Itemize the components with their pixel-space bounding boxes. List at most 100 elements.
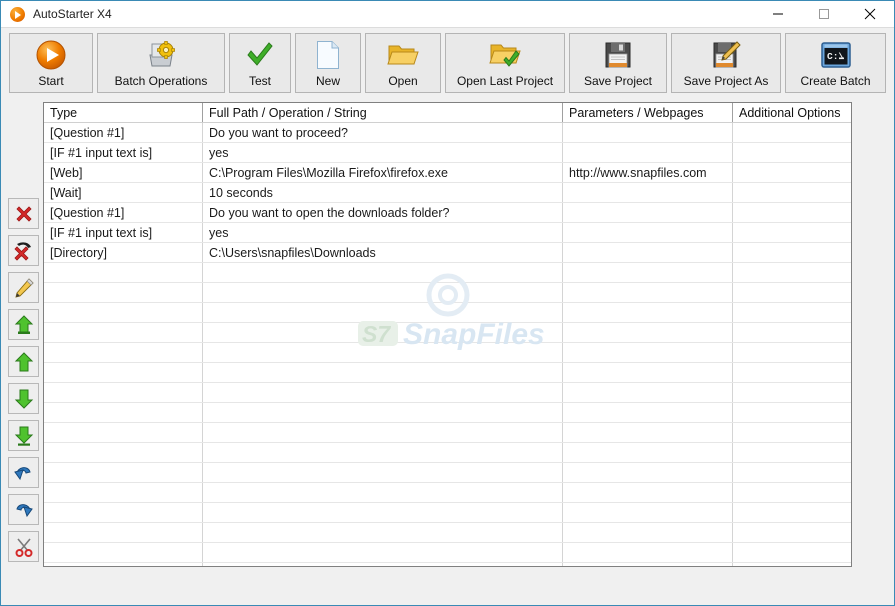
table-row-empty[interactable]: [44, 283, 851, 303]
redo-button[interactable]: [8, 494, 39, 525]
cell-options: [733, 123, 851, 143]
green-up-double-icon: [14, 314, 33, 334]
cut-button[interactable]: [8, 531, 39, 562]
table-row-empty[interactable]: [44, 403, 851, 423]
title-bar: AutoStarter X4: [1, 1, 894, 28]
cell-path: 10 seconds: [209, 186, 273, 200]
move-to-top-button[interactable]: [8, 309, 39, 340]
toolbar-label: Start: [38, 74, 64, 88]
green-up-arrow-icon: [14, 351, 33, 371]
table-row-empty[interactable]: [44, 323, 851, 343]
cell-path: Do you want to open the downloads folder…: [209, 206, 450, 220]
save-project-button[interactable]: Save Project: [569, 33, 667, 93]
table-row-empty[interactable]: [44, 543, 851, 563]
open-button[interactable]: Open: [365, 33, 441, 93]
floppy-pencil-icon: [711, 38, 741, 72]
table-row[interactable]: [Question #1] Do you want to proceed?: [44, 123, 851, 143]
cell-params: [563, 123, 732, 143]
green-down-double-icon: [14, 426, 33, 446]
table-row-empty[interactable]: [44, 363, 851, 383]
table-row[interactable]: [Web] C:\Program Files\Mozilla Firefox\f…: [44, 163, 851, 183]
cell-type: [Web]: [50, 166, 83, 180]
create-batch-button[interactable]: C:\ Create Batch: [785, 33, 886, 93]
green-down-arrow-icon: [14, 389, 33, 409]
cell-params: http://www.snapfiles.com: [569, 166, 707, 180]
cell-options: [733, 243, 851, 263]
table-row-empty[interactable]: [44, 263, 851, 283]
undo-button[interactable]: [8, 457, 39, 488]
column-header-type: Type: [50, 106, 78, 120]
table-row-empty[interactable]: [44, 443, 851, 463]
cell-path: yes: [209, 226, 229, 240]
table-row-empty[interactable]: [44, 523, 851, 543]
blue-redo-arrow-icon: [16, 504, 33, 518]
close-icon[interactable]: [847, 1, 893, 27]
toolbar-label: Batch Operations: [114, 74, 208, 88]
svg-text:C:\: C:\: [827, 51, 844, 62]
table-row-empty[interactable]: [44, 303, 851, 323]
cell-type: [Question #1]: [50, 206, 125, 220]
move-down-button[interactable]: [8, 383, 39, 414]
test-button[interactable]: Test: [229, 33, 291, 93]
table-row-empty[interactable]: [44, 423, 851, 443]
cell-params: [563, 243, 732, 263]
start-button[interactable]: Start: [9, 33, 93, 93]
table-row[interactable]: [IF #1 input text is] yes: [44, 223, 851, 243]
table-row-empty[interactable]: [44, 483, 851, 503]
application-window: AutoStarter X4 Start Batch Operations Te…: [0, 0, 895, 606]
table-row-empty[interactable]: [44, 503, 851, 523]
table-row-empty[interactable]: [44, 383, 851, 403]
green-check-icon: [245, 38, 275, 72]
console-window-icon: C:\: [820, 38, 852, 72]
cell-params: [563, 143, 732, 163]
column-header-params: Parameters / Webpages: [569, 106, 704, 120]
edit-item-button[interactable]: [8, 272, 39, 303]
toolbar-label: Test: [248, 74, 271, 88]
open-last-project-button[interactable]: Open Last Project: [445, 33, 565, 93]
table-row[interactable]: [Wait] 10 seconds: [44, 183, 851, 203]
move-up-button[interactable]: [8, 346, 39, 377]
cell-params: [563, 223, 732, 243]
table-row[interactable]: [IF #1 input text is] yes: [44, 143, 851, 163]
maximize-icon[interactable]: [801, 1, 847, 27]
column-header-path: Full Path / Operation / String: [209, 106, 367, 120]
column-header-options: Additional Options: [739, 106, 841, 120]
cell-type: [Question #1]: [50, 126, 125, 140]
toolbar-label: Save Project As: [683, 74, 769, 88]
play-circle-icon: [10, 7, 25, 22]
cell-type: [Directory]: [50, 246, 107, 260]
batch-operations-button[interactable]: Batch Operations: [97, 33, 225, 93]
bottom-bar: Move items via drag and drop? Delete ite…: [1, 567, 894, 605]
cell-type: [IF #1 input text is]: [50, 146, 153, 160]
table-row[interactable]: [Directory] C:\Users\snapfiles\Downloads: [44, 243, 851, 263]
operations-grid[interactable]: Type Full Path / Operation / String Para…: [43, 102, 852, 567]
new-document-icon: [314, 38, 342, 72]
table-row[interactable]: [Question #1] Do you want to open the do…: [44, 203, 851, 223]
move-to-bottom-button[interactable]: [8, 420, 39, 451]
cell-path: C:\Program Files\Mozilla Firefox\firefox…: [209, 166, 448, 180]
main-toolbar: Start Batch Operations Test New Open Ope…: [1, 28, 894, 96]
scissors-icon: [15, 537, 32, 557]
delete-all-items-button[interactable]: [8, 235, 39, 266]
minimize-icon[interactable]: [755, 1, 801, 27]
open-folder-icon: [387, 38, 419, 72]
cell-options: [733, 203, 851, 223]
floppy-disk-icon: [603, 38, 633, 72]
delete-item-button[interactable]: [8, 198, 39, 229]
red-x-broom-icon: [13, 241, 31, 261]
cell-path: yes: [209, 146, 229, 160]
blue-undo-arrow-icon: [14, 467, 31, 481]
new-button[interactable]: New: [295, 33, 361, 93]
cell-path: Do you want to proceed?: [209, 126, 348, 140]
play-circle-icon: [35, 38, 67, 72]
save-project-as-button[interactable]: Save Project As: [671, 33, 781, 93]
cell-path: C:\Users\snapfiles\Downloads: [209, 246, 376, 260]
toolbar-label: Open Last Project: [456, 74, 554, 88]
table-row-empty[interactable]: [44, 463, 851, 483]
table-row-empty[interactable]: [44, 343, 851, 363]
toolbar-label: Create Batch: [800, 74, 871, 88]
grid-right-margin: [852, 102, 894, 567]
cell-options: [733, 183, 851, 203]
toolbar-label: Open: [388, 74, 418, 88]
cell-params: [563, 183, 732, 203]
